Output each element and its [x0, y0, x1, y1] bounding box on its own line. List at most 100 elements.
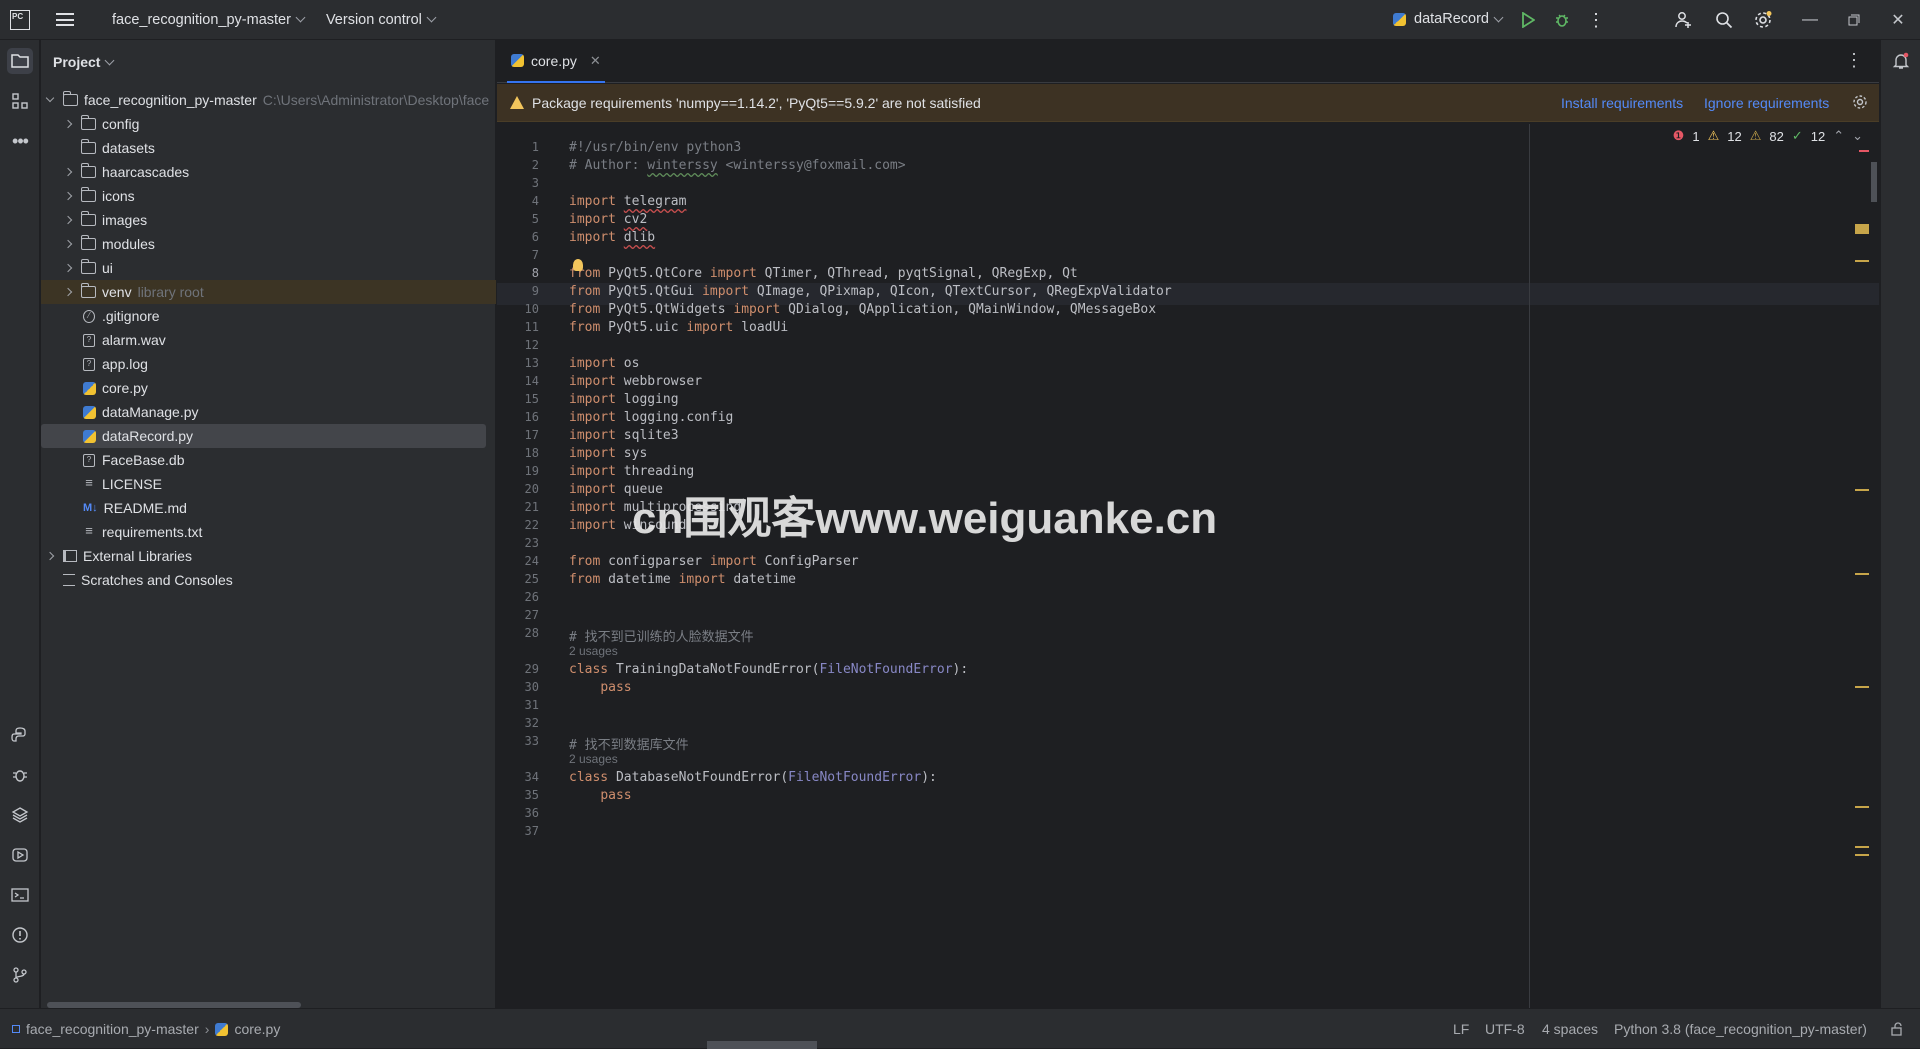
line-number: 35 [524, 788, 539, 802]
tree-item[interactable]: ≡ requirements.txt [41, 520, 496, 544]
code-editor[interactable]: #!/usr/bin/env python3 # Author: winterss… [569, 124, 1874, 1024]
lock-icon[interactable] [1890, 1022, 1904, 1039]
vcs-menu[interactable]: Version control [326, 12, 437, 28]
tree-item[interactable]: ? app.log [41, 352, 496, 376]
ignore-requirements-link[interactable]: Ignore requirements [1704, 95, 1829, 111]
close-tab-icon[interactable]: ✕ [590, 53, 601, 69]
line-number: 24 [524, 554, 539, 568]
main-menu-icon[interactable] [56, 13, 74, 26]
app-logo[interactable]: PC [10, 9, 30, 30]
usages-hint[interactable]: 2 usages [569, 644, 618, 658]
library-icon [63, 550, 77, 562]
code-line: pass [600, 680, 632, 695]
python-file-icon [511, 54, 524, 67]
tree-item[interactable]: dataRecord.py [41, 424, 486, 448]
tree-item[interactable]: config [41, 112, 496, 136]
add-user-icon[interactable] [1673, 10, 1695, 30]
line-number: 3 [531, 176, 539, 190]
python-console-icon[interactable] [7, 722, 33, 748]
indent-widget[interactable]: 4 spaces [1542, 1021, 1598, 1037]
run-icon[interactable] [1518, 10, 1538, 30]
structure-tool-icon[interactable] [7, 88, 33, 114]
tree-scratches[interactable]: Scratches and Consoles [41, 568, 496, 592]
more-actions-icon[interactable]: ⋮ [1586, 10, 1606, 30]
interpreter-widget[interactable]: Python 3.8 (face_recognition_py-master) [1614, 1021, 1867, 1037]
terminal-icon[interactable] [7, 882, 33, 908]
left-tool-strip: ••• [0, 40, 40, 1008]
tree-external-libraries[interactable]: External Libraries [41, 544, 496, 568]
tree-item[interactable]: dataManage.py [41, 400, 496, 424]
git-icon[interactable] [7, 962, 33, 988]
expand-arrow-icon[interactable] [63, 239, 73, 249]
intention-bulb-icon[interactable] [573, 259, 583, 271]
tab-core-py[interactable]: core.py ✕ [507, 40, 605, 83]
tree-scratches-label: Scratches and Consoles [81, 572, 233, 588]
tree-item-label: haarcascades [102, 164, 190, 180]
project-tool-icon[interactable] [7, 48, 33, 74]
tree-item[interactable]: ui [41, 256, 496, 280]
banner-settings-icon[interactable] [1852, 94, 1868, 113]
run-config-selector[interactable]: dataRecord [1393, 11, 1504, 27]
tree-item[interactable]: venv library root [41, 280, 496, 304]
code-line: import webbrowser [569, 374, 703, 389]
tree-item[interactable]: datasets [41, 136, 496, 160]
tree-item[interactable]: ? alarm.wav [41, 328, 496, 352]
project-switcher[interactable]: face_recognition_py-master [112, 12, 306, 28]
python-file-icon [83, 405, 96, 419]
code-line: import logging.config [569, 410, 734, 425]
tree-item[interactable]: images [41, 208, 496, 232]
expand-arrow-icon[interactable] [63, 167, 73, 177]
notifications-icon[interactable] [1888, 48, 1914, 74]
line-number: 17 [524, 428, 539, 442]
tree-item[interactable]: ≡ LICENSE [41, 472, 496, 496]
encoding-widget[interactable]: UTF-8 [1485, 1021, 1525, 1037]
tree-item[interactable]: ⁄ .gitignore [41, 304, 496, 328]
tree-root[interactable]: face_recognition_py-master C:\Users\Admi… [41, 88, 496, 112]
restore-icon[interactable] [1842, 10, 1866, 30]
expand-arrow-icon[interactable] [63, 215, 73, 225]
prev-highlight-icon[interactable]: ⌃ [1833, 128, 1844, 144]
expand-arrow-icon[interactable] [63, 119, 73, 129]
expand-arrow-icon[interactable] [63, 263, 73, 273]
python-packages-icon[interactable] [7, 802, 33, 828]
tree-item[interactable]: M↓ README.md [41, 496, 496, 520]
tree-item[interactable]: modules [41, 232, 496, 256]
line-number: 31 [524, 698, 539, 712]
search-icon[interactable] [1713, 10, 1735, 30]
debug-tool-icon[interactable] [7, 762, 33, 788]
tree-item[interactable]: ? FaceBase.db [41, 448, 496, 472]
tree-item[interactable]: haarcascades [41, 160, 496, 184]
more-tools-icon[interactable]: ••• [7, 128, 33, 154]
inspection-widget[interactable]: ❶ 1 ⚠ 12 ⚠ 82 ✓ 12 ⌃ ⌄ [1673, 128, 1863, 144]
line-number: 36 [524, 806, 539, 820]
close-window-icon[interactable]: ✕ [1886, 10, 1910, 30]
code-line: from PyQt5.QtGui import QImage, QPixmap,… [569, 284, 1172, 299]
tab-options-icon[interactable]: ⋮ [1845, 50, 1863, 71]
line-number: 6 [531, 230, 539, 244]
services-icon[interactable] [7, 842, 33, 868]
expand-arrow-icon[interactable] [63, 287, 73, 297]
problems-icon[interactable] [7, 922, 33, 948]
line-number: 7 [531, 248, 539, 262]
expand-arrow-icon[interactable] [63, 191, 73, 201]
next-highlight-icon[interactable]: ⌄ [1852, 128, 1863, 144]
expand-arrow-icon[interactable] [45, 551, 55, 561]
project-panel-header[interactable]: Project [53, 54, 115, 70]
code-line: import threading [569, 464, 695, 479]
code-line: from PyQt5.QtWidgets import QDialog, QAp… [569, 302, 1157, 317]
collapse-arrow-icon[interactable] [45, 93, 55, 103]
minimize-icon[interactable]: — [1798, 10, 1822, 30]
settings-gear-icon[interactable] [1752, 9, 1774, 31]
tree-item[interactable]: icons [41, 184, 496, 208]
project-tree: face_recognition_py-master C:\Users\Admi… [41, 88, 496, 592]
breadcrumb-file[interactable]: core.py [234, 1021, 280, 1037]
tree-item-label: ui [102, 260, 113, 276]
warning-count: 12 [1727, 128, 1742, 144]
markdown-file-icon: M↓ [83, 502, 98, 514]
install-requirements-link[interactable]: Install requirements [1561, 95, 1683, 111]
breadcrumb-project[interactable]: face_recognition_py-master [26, 1021, 199, 1037]
usages-hint[interactable]: 2 usages [569, 752, 618, 766]
tree-item[interactable]: core.py [41, 376, 496, 400]
line-separator-widget[interactable]: LF [1453, 1021, 1469, 1037]
debug-icon[interactable] [1552, 10, 1572, 30]
